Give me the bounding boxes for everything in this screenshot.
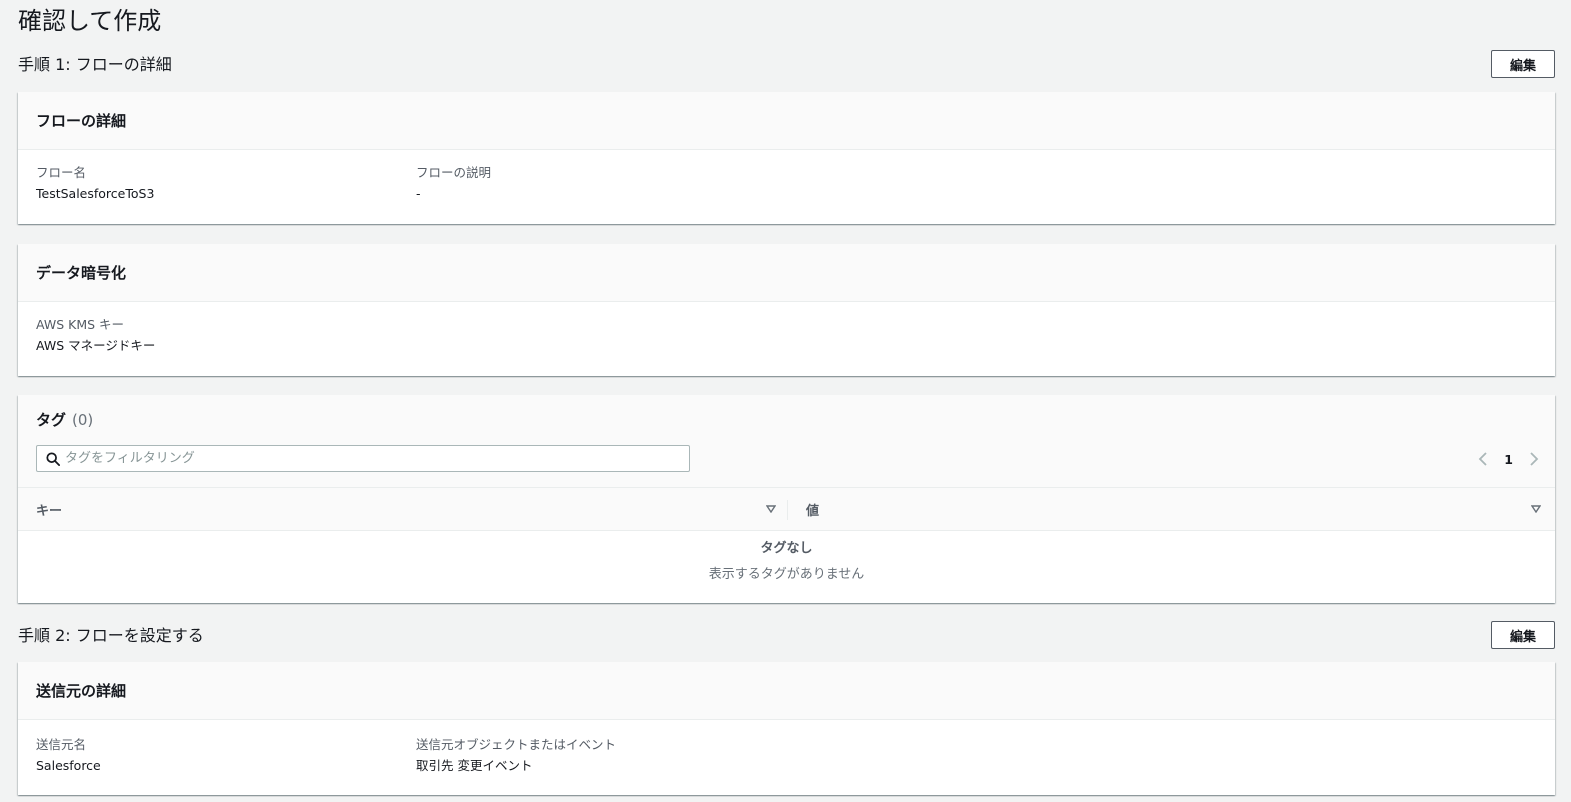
flow-name-value: TestSalesforceToS3: [36, 186, 155, 201]
data-encryption-header: データ暗号化: [18, 244, 1555, 302]
column-value-label: 値: [806, 503, 820, 519]
step-2-header: 手順 2: フローを設定する 編集: [18, 621, 1555, 651]
step-2-edit-button[interactable]: 編集: [1491, 621, 1555, 649]
tags-count: (0): [72, 411, 94, 429]
caret-down-icon[interactable]: [1531, 505, 1541, 513]
source-details-header: 送信元の詳細: [18, 662, 1555, 720]
source-object-field: 送信元オブジェクトまたはイベント 取引先 変更イベント: [416, 736, 616, 777]
flow-name-label: フロー名: [36, 165, 87, 180]
source-name-label: 送信元名: [36, 737, 87, 752]
kms-key-value: AWS マネージドキー: [36, 338, 156, 353]
tags-card: タグ (0) 1 キー: [18, 395, 1555, 603]
tags-title: タグ (0): [36, 409, 93, 430]
column-key-label: キー: [36, 503, 63, 519]
tags-empty-state: タグなし 表示するタグがありません: [18, 531, 1555, 603]
review-and-create-page: 確認して作成 手順 1: フローの詳細 編集 フローの詳細 フロー名 TestS…: [0, 0, 1571, 802]
current-page-number[interactable]: 1: [1504, 452, 1513, 467]
search-icon: [46, 452, 60, 466]
caret-down-icon[interactable]: [766, 505, 776, 513]
tag-filter-box: [36, 445, 690, 472]
source-name-field: 送信元名 Salesforce: [36, 736, 101, 777]
flow-details-card: フローの詳細 フロー名 TestSalesforceToS3 フローの説明 -: [18, 92, 1555, 224]
tags-header: タグ (0) 1: [18, 395, 1555, 487]
data-encryption-card: データ暗号化 AWS KMS キー AWS マネージドキー: [18, 244, 1555, 376]
tags-table-header: キー 値: [18, 487, 1555, 531]
source-object-value: 取引先 変更イベント: [416, 758, 533, 773]
source-name-value: Salesforce: [36, 758, 101, 773]
flow-description-field: フローの説明 -: [416, 164, 491, 205]
empty-state-title: タグなし: [760, 541, 813, 556]
chevron-right-icon[interactable]: [1529, 451, 1539, 467]
flow-description-label: フローの説明: [416, 165, 492, 180]
empty-state-description: 表示するタグがありません: [708, 567, 865, 582]
tags-title-text: タグ: [36, 411, 67, 429]
column-header-key[interactable]: キー: [36, 488, 776, 530]
chevron-left-icon[interactable]: [1478, 451, 1488, 467]
tags-pagination: 1: [1478, 451, 1539, 467]
kms-key-label: AWS KMS キー: [36, 317, 125, 332]
step-2-title: 手順 2: フローを設定する: [18, 626, 204, 645]
flow-description-value: -: [416, 186, 421, 201]
source-details-card: 送信元の詳細 送信元名 Salesforce 送信元オブジェクトまたはイベント …: [18, 662, 1555, 795]
flow-details-header: フローの詳細: [18, 92, 1555, 150]
step-1-title: 手順 1: フローの詳細: [18, 55, 172, 74]
page-title: 確認して作成: [18, 7, 162, 35]
column-divider[interactable]: [787, 500, 788, 520]
step-1-edit-button[interactable]: 編集: [1491, 50, 1555, 78]
flow-name-field: フロー名 TestSalesforceToS3: [36, 164, 154, 205]
step-1-header: 手順 1: フローの詳細 編集: [18, 50, 1555, 80]
kms-key-field: AWS KMS キー AWS マネージドキー: [36, 316, 155, 357]
column-header-value[interactable]: 値: [806, 488, 1541, 530]
tag-filter-input[interactable]: [65, 446, 689, 471]
source-object-label: 送信元オブジェクトまたはイベント: [416, 737, 617, 752]
